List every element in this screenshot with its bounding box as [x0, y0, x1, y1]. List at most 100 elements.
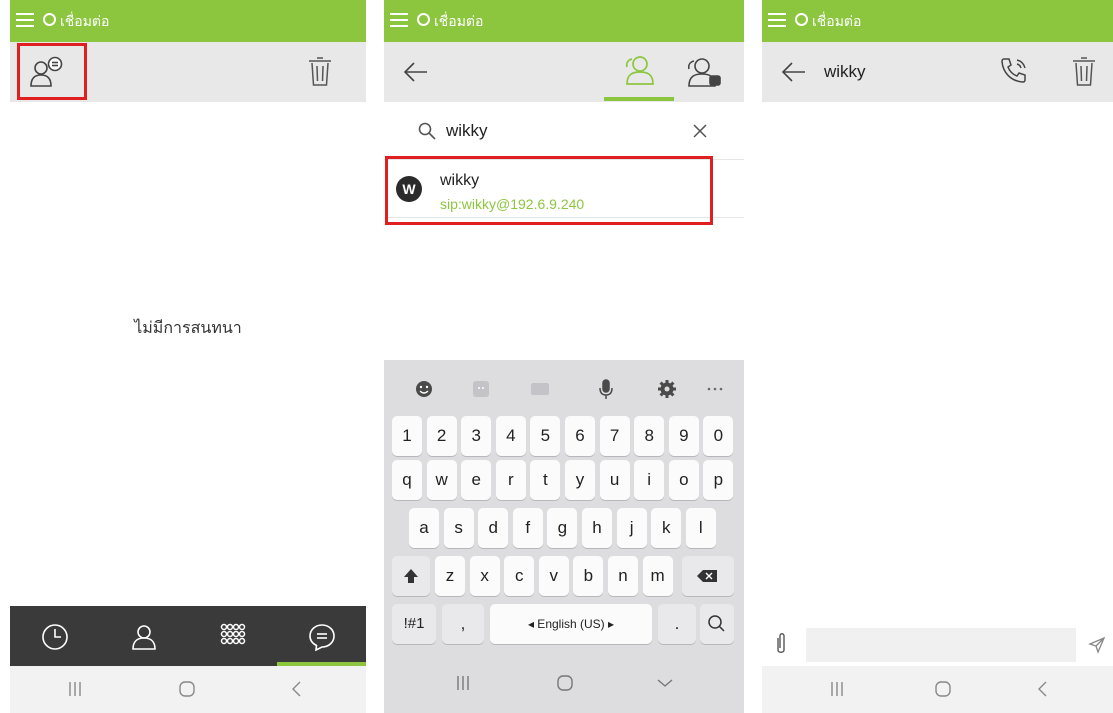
- key-1[interactable]: 1: [392, 416, 422, 456]
- chat-bubble-icon: [308, 623, 336, 651]
- key-r[interactable]: r: [495, 460, 526, 500]
- key-2[interactable]: 2: [426, 416, 457, 456]
- contact-result-item[interactable]: W wikky sip:wikky@192.6.9.240: [384, 160, 744, 218]
- home-icon[interactable]: [550, 670, 580, 696]
- attachment-icon[interactable]: [774, 632, 788, 656]
- key-7[interactable]: 7: [599, 416, 630, 456]
- key-a[interactable]: a: [409, 508, 439, 548]
- hide-keyboard-icon[interactable]: [650, 670, 680, 696]
- menu-icon[interactable]: [768, 12, 786, 28]
- send-icon[interactable]: [1088, 636, 1106, 654]
- key-e[interactable]: e: [461, 460, 492, 500]
- key-x[interactable]: x: [469, 556, 500, 596]
- back-nav-icon[interactable]: [282, 676, 312, 702]
- key-g[interactable]: g: [547, 508, 578, 548]
- key-h[interactable]: h: [582, 508, 612, 548]
- tab-dialpad[interactable]: [188, 606, 277, 666]
- key-0[interactable]: 0: [703, 416, 734, 456]
- more-options-icon[interactable]: [704, 378, 726, 400]
- shift-icon: [404, 569, 418, 583]
- all-contacts-icon[interactable]: [622, 54, 656, 86]
- key-s[interactable]: s: [443, 508, 474, 548]
- key-m[interactable]: m: [642, 556, 673, 596]
- tab-history[interactable]: [10, 606, 99, 666]
- search-input[interactable]: [446, 118, 676, 144]
- back-arrow-icon[interactable]: [404, 61, 428, 83]
- keyboard-row-numbers: 1 2 3 4 5 6 7 8 9 0: [392, 416, 736, 458]
- clear-icon[interactable]: [693, 124, 707, 138]
- key-n[interactable]: n: [608, 556, 638, 596]
- connection-status-label: เชื่อมต่อ: [60, 14, 110, 30]
- key-b[interactable]: b: [573, 556, 604, 596]
- back-arrow-icon[interactable]: [782, 61, 806, 83]
- key-q[interactable]: q: [392, 460, 422, 500]
- empty-conversations-message: ไม่มีการสนทนา: [134, 318, 242, 337]
- shift-key[interactable]: [392, 556, 430, 596]
- key-l[interactable]: l: [685, 508, 716, 548]
- key-o[interactable]: o: [668, 460, 699, 500]
- key-v[interactable]: v: [538, 556, 569, 596]
- menu-icon[interactable]: [390, 12, 408, 28]
- key-y[interactable]: y: [565, 460, 595, 500]
- key-t[interactable]: t: [530, 460, 561, 500]
- call-icon[interactable]: [998, 55, 1030, 87]
- trash-icon[interactable]: [308, 57, 332, 87]
- bottom-navigation: [10, 606, 366, 666]
- screen-chat: เชื่อมต่อ wikky: [762, 0, 1113, 713]
- key-i[interactable]: i: [634, 460, 665, 500]
- key-p[interactable]: p: [703, 460, 734, 500]
- recent-apps-icon[interactable]: [60, 676, 90, 702]
- home-icon[interactable]: [928, 676, 958, 702]
- contact-sip-address: sip:wikky@192.6.9.240: [440, 196, 585, 212]
- tab-chat[interactable]: [277, 606, 366, 666]
- status-bar: เชื่อมต่อ: [10, 0, 366, 42]
- recent-apps-icon[interactable]: [448, 670, 478, 696]
- chat-contact-name: wikky: [824, 62, 866, 81]
- symbols-key[interactable]: !#1: [392, 604, 436, 644]
- key-j[interactable]: j: [616, 508, 647, 548]
- microphone-icon[interactable]: [595, 378, 617, 400]
- back-nav-icon[interactable]: [1028, 676, 1058, 702]
- key-5[interactable]: 5: [530, 416, 561, 456]
- contact-icon: [130, 623, 158, 651]
- comma-key[interactable]: ,: [442, 604, 484, 644]
- status-bar: เชื่อมต่อ: [762, 0, 1113, 42]
- menu-icon[interactable]: [16, 12, 34, 28]
- key-c[interactable]: c: [504, 556, 535, 596]
- key-w[interactable]: w: [426, 460, 457, 500]
- backspace-key[interactable]: [682, 556, 734, 596]
- connection-status-icon: [43, 13, 56, 26]
- trash-icon[interactable]: [1072, 57, 1096, 87]
- recent-apps-icon[interactable]: [822, 676, 852, 702]
- sticker-icon[interactable]: [470, 378, 492, 400]
- connection-status-label: เชื่อมต่อ: [812, 14, 862, 30]
- home-icon[interactable]: [172, 676, 202, 702]
- key-d[interactable]: d: [478, 508, 509, 548]
- clock-icon: [41, 623, 69, 651]
- status-bar: เชื่อมต่อ: [384, 0, 744, 42]
- gif-icon[interactable]: [529, 378, 551, 400]
- message-input[interactable]: [806, 628, 1076, 662]
- tab-contacts[interactable]: [99, 606, 188, 666]
- new-chat-contact-icon[interactable]: [28, 56, 64, 88]
- key-9[interactable]: 9: [668, 416, 699, 456]
- keyboard-row-qwerty: q w e r t y u i o p: [392, 460, 736, 502]
- sip-contacts-icon[interactable]: [686, 56, 722, 88]
- key-6[interactable]: 6: [565, 416, 595, 456]
- emoji-icon[interactable]: [413, 378, 435, 400]
- key-f[interactable]: f: [512, 508, 543, 548]
- toolbar: [10, 42, 366, 102]
- key-4[interactable]: 4: [495, 416, 526, 456]
- toolbar: [762, 42, 1113, 102]
- key-z[interactable]: z: [435, 556, 465, 596]
- settings-gear-icon[interactable]: [656, 378, 678, 400]
- search-key[interactable]: [700, 604, 734, 644]
- key-3[interactable]: 3: [461, 416, 492, 456]
- period-key[interactable]: .: [658, 604, 696, 644]
- key-8[interactable]: 8: [634, 416, 665, 456]
- avatar: W: [396, 176, 422, 202]
- key-u[interactable]: u: [599, 460, 630, 500]
- space-key[interactable]: ◂ English (US) ▸: [490, 604, 652, 644]
- key-k[interactable]: k: [651, 508, 682, 548]
- system-navigation: [762, 666, 1113, 713]
